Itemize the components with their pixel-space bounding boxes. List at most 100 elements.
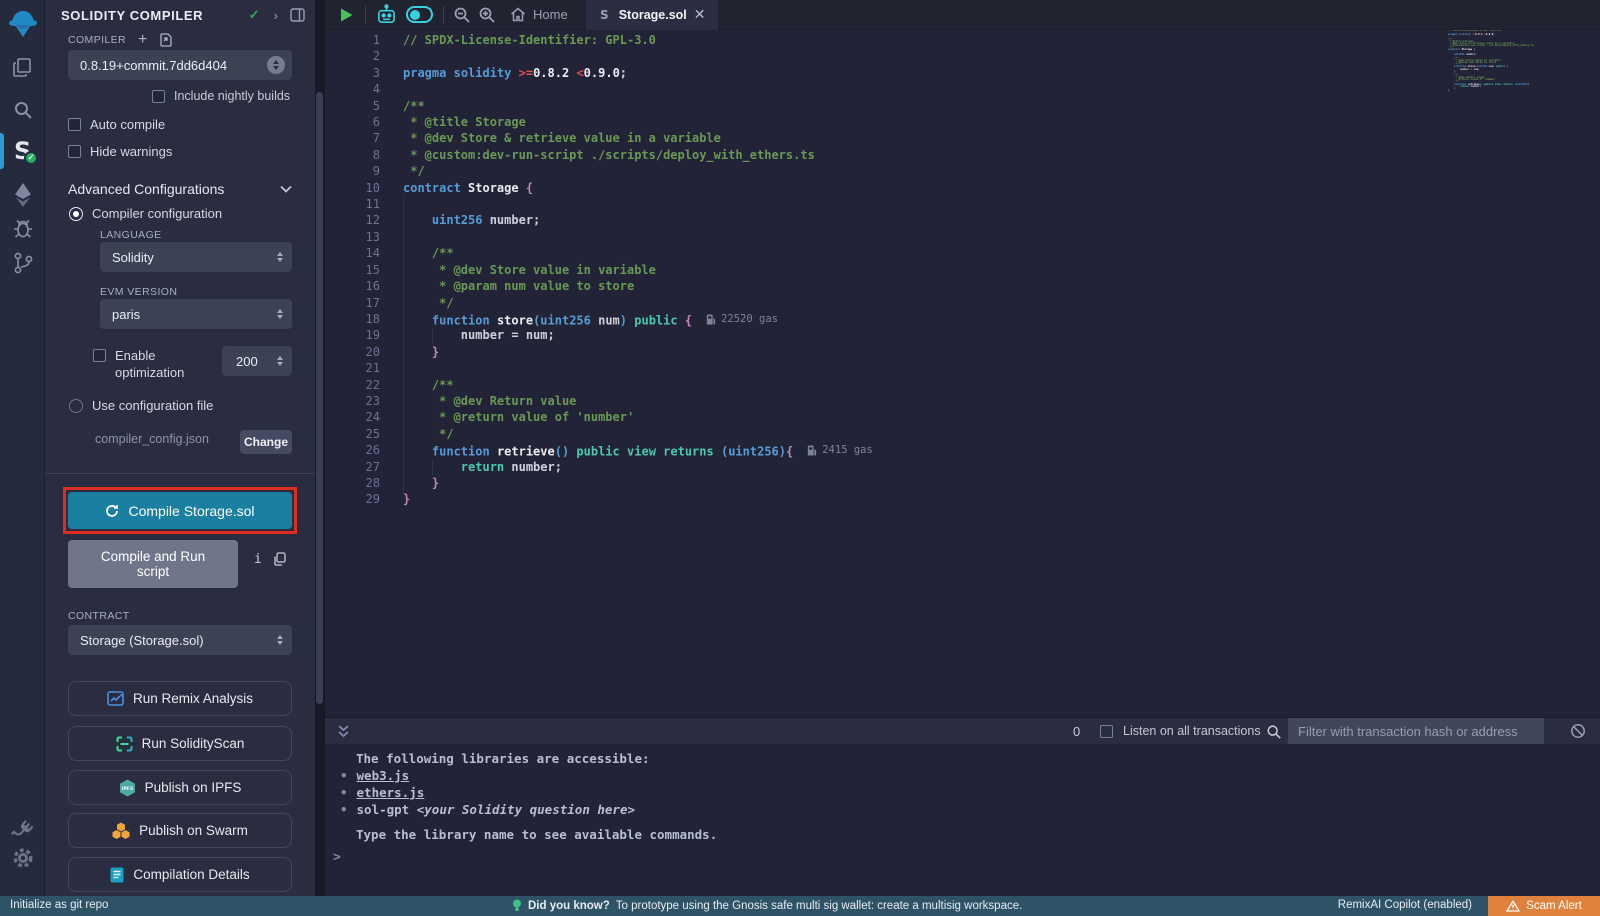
line-number: 1 xyxy=(325,32,380,48)
expand-terminal-icon[interactable] xyxy=(337,724,350,739)
run-script-play-button[interactable] xyxy=(339,7,354,23)
scam-alert-button[interactable]: Scam Alert xyxy=(1488,896,1600,916)
publish-on-ipfs-button[interactable]: IPFS Publish on IPFS xyxy=(68,770,292,805)
evm-version-select[interactable]: paris xyxy=(100,299,292,329)
git-icon[interactable] xyxy=(0,250,45,276)
code-line[interactable]: 10contract Storage { xyxy=(325,180,1600,196)
code-line[interactable]: 26 function retrieve() public view retur… xyxy=(325,442,1600,458)
nightly-builds-checkbox[interactable] xyxy=(152,90,165,103)
search-icon[interactable] xyxy=(0,98,45,122)
info-icon[interactable]: i xyxy=(254,552,262,567)
remixai-robot-icon[interactable] xyxy=(375,4,398,26)
deploy-run-icon[interactable] xyxy=(0,182,45,208)
run-solidityscan-button[interactable]: Run SolidityScan xyxy=(68,726,292,761)
code-line[interactable]: 23 * @dev Return value xyxy=(325,393,1600,409)
code-line[interactable]: 11 xyxy=(325,196,1600,212)
optimization-runs-stepper[interactable]: 200 xyxy=(222,346,292,376)
terminal-library-link[interactable]: web3.js xyxy=(357,768,410,783)
zoom-in-icon[interactable] xyxy=(478,6,496,24)
code-line[interactable]: 15 * @dev Store value in variable xyxy=(325,262,1600,278)
enable-optimization-checkbox[interactable] xyxy=(93,349,106,362)
settings-gear-icon[interactable] xyxy=(0,846,45,870)
code-line[interactable]: 24 * @return value of 'number' xyxy=(325,409,1600,425)
copilot-toggle[interactable] xyxy=(406,6,433,23)
panel-resize-handle[interactable] xyxy=(315,0,325,896)
advanced-config-title[interactable]: Advanced Configurations xyxy=(68,181,224,197)
zoom-out-icon[interactable] xyxy=(453,6,471,24)
code-editor[interactable]: 1// SPDX-License-Identifier: GPL-3.02 3p… xyxy=(325,30,1600,717)
minimap[interactable]: // SPDX-License-Identifier: GPL-3.0pragm… xyxy=(1448,30,1541,150)
language-select[interactable]: Solidity xyxy=(100,242,292,272)
terminal[interactable]: The following libraries are accessible:•… xyxy=(325,744,1600,896)
code-line[interactable]: 7 * @dev Store & retrieve value in a var… xyxy=(325,130,1600,146)
code-lines: 1// SPDX-License-Identifier: GPL-3.02 3p… xyxy=(325,32,1600,508)
code-line[interactable]: 28 } xyxy=(325,475,1600,491)
code-line[interactable]: 18 function store(uint256 num) public {2… xyxy=(325,311,1600,327)
code-line[interactable]: 8 * @custom:dev-run-script ./scripts/dep… xyxy=(325,147,1600,163)
code-line[interactable]: 17 */ xyxy=(325,295,1600,311)
compiler-version-select[interactable]: 0.8.19+commit.7dd6d404 xyxy=(68,50,292,80)
line-number: 14 xyxy=(325,245,380,261)
compilation-details-button[interactable]: Compilation Details xyxy=(68,857,292,892)
code-line[interactable]: 21 xyxy=(325,360,1600,376)
run-remix-analysis-button[interactable]: Run Remix Analysis xyxy=(68,681,292,716)
code-token: /** xyxy=(403,378,454,392)
code-line[interactable]: 3pragma solidity >=0.8.2 <0.9.0; xyxy=(325,65,1600,81)
code-line[interactable]: 19 number = num; xyxy=(325,327,1600,343)
change-config-button[interactable]: Change xyxy=(240,430,292,454)
publish-on-swarm-button[interactable]: Publish on Swarm xyxy=(68,813,292,848)
open-file-icon[interactable] xyxy=(159,33,173,47)
code-line[interactable]: 2 xyxy=(325,48,1600,64)
listen-all-transactions-checkbox[interactable] xyxy=(1100,725,1113,738)
chevron-down-icon[interactable] xyxy=(280,185,292,193)
panel-title: SOLIDITY COMPILER xyxy=(61,8,203,23)
transaction-filter-input[interactable] xyxy=(1288,718,1544,745)
compile-and-run-tooltip[interactable]: Compile and Run script xyxy=(68,540,238,588)
tab-home[interactable]: Home xyxy=(510,7,568,22)
tab-storage-sol[interactable]: S Storage.sol ✕ xyxy=(586,0,718,30)
pin-panel-icon[interactable] xyxy=(290,8,305,22)
code-line[interactable]: 5/** xyxy=(325,98,1600,114)
terminal-line: •ethers.js xyxy=(325,784,1600,801)
remix-logo-icon[interactable] xyxy=(0,8,45,40)
contract-select[interactable]: Storage (Storage.sol) xyxy=(68,625,292,655)
file-explorer-icon[interactable] xyxy=(0,56,45,80)
code-token: /** xyxy=(403,246,454,260)
code-line[interactable]: 22 /** xyxy=(325,377,1600,393)
hide-warnings-checkbox[interactable] xyxy=(68,145,81,158)
code-token: function xyxy=(432,314,490,328)
code-line[interactable]: 25 */ xyxy=(325,426,1600,442)
chevron-right-icon[interactable]: › xyxy=(274,8,278,23)
code-line[interactable]: 14 /** xyxy=(325,245,1600,261)
plugin-manager-icon[interactable] xyxy=(0,818,45,844)
solidity-compiler-icon[interactable]: S xyxy=(0,134,45,166)
code-line[interactable]: 6 * @title Storage xyxy=(325,114,1600,130)
code-line[interactable]: 1// SPDX-License-Identifier: GPL-3.0 xyxy=(325,32,1600,48)
code-line[interactable]: 20 } xyxy=(325,344,1600,360)
compiler-config-radio[interactable] xyxy=(69,207,83,221)
copy-icon[interactable] xyxy=(273,552,286,566)
compile-button[interactable]: Compile Storage.sol xyxy=(68,492,292,529)
use-config-file-radio[interactable] xyxy=(69,399,83,413)
code-line[interactable]: 4 xyxy=(325,81,1600,97)
panel-scrollbar[interactable] xyxy=(316,92,323,704)
auto-compile-checkbox[interactable] xyxy=(68,118,81,131)
terminal-search-icon[interactable] xyxy=(1266,724,1282,740)
code-token: * @dev Store & retrieve value in a varia… xyxy=(403,131,721,145)
add-compiler-icon[interactable]: + xyxy=(138,31,147,49)
code-line[interactable]: 13 xyxy=(325,229,1600,245)
tab-close-icon[interactable]: ✕ xyxy=(694,6,706,23)
code-line[interactable]: 29} xyxy=(325,491,1600,507)
terminal-prompt[interactable]: > xyxy=(333,850,341,865)
debugger-icon[interactable] xyxy=(0,216,45,240)
code-line[interactable]: 12 uint256 number; xyxy=(325,212,1600,228)
copilot-status[interactable]: RemixAI Copilot (enabled) xyxy=(1338,899,1472,911)
code-token: ) xyxy=(620,314,627,328)
git-init-status[interactable]: Initialize as git repo xyxy=(10,899,108,911)
code-line[interactable]: 9 */ xyxy=(325,163,1600,179)
terminal-library-link[interactable]: ethers.js xyxy=(357,785,425,800)
clear-console-icon[interactable] xyxy=(1570,723,1586,739)
code-line[interactable]: 27 return number; xyxy=(325,459,1600,475)
code-token: number; xyxy=(482,213,540,227)
code-line[interactable]: 16 * @param num value to store xyxy=(325,278,1600,294)
